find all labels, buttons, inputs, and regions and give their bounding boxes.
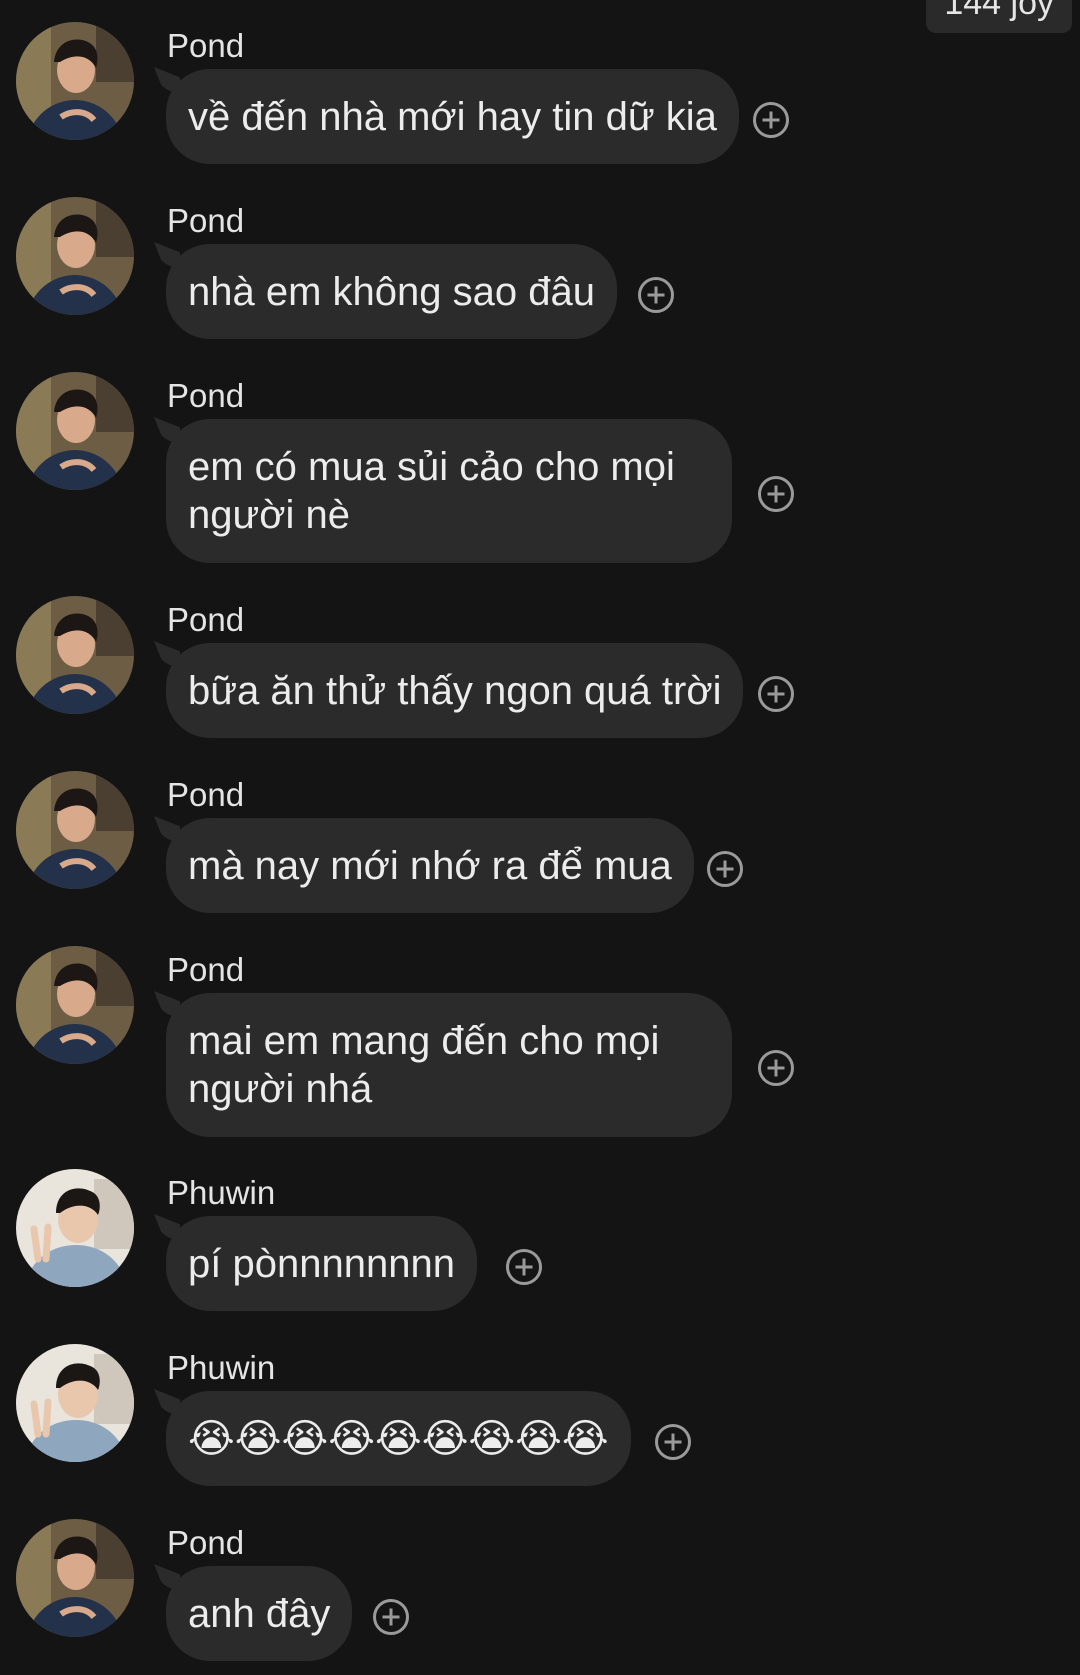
add-reaction-icon[interactable]: [373, 1599, 409, 1635]
sender-avatar[interactable]: [16, 771, 134, 889]
pond-avatar-image: [16, 197, 134, 315]
sender-name: Pond: [167, 951, 245, 988]
message-text: pí pònnnnnnnn: [188, 1242, 455, 1286]
sender-avatar[interactable]: [16, 1169, 134, 1287]
sender-name: Pond: [167, 377, 245, 414]
message-text: bữa ăn thử thấy ngon quá trời: [188, 669, 722, 713]
add-reaction-icon[interactable]: [758, 676, 794, 712]
message-bubble[interactable]: về đến nhà mới hay tin dữ kia: [166, 69, 739, 164]
sender-name: Pond: [167, 776, 245, 813]
message-text: mà nay mới nhớ ra để mua: [188, 844, 672, 888]
sender-avatar[interactable]: [16, 1344, 134, 1462]
sender-avatar[interactable]: [16, 1519, 134, 1637]
pond-avatar-image: [16, 22, 134, 140]
sender-name: Pond: [167, 601, 245, 638]
sender-name: Phuwin: [167, 1174, 276, 1211]
message-bubble[interactable]: pí pònnnnnnnn: [166, 1216, 477, 1311]
add-reaction-icon[interactable]: [753, 102, 789, 138]
message-bubble[interactable]: 😭😭😭😭😭😭😭😭😭: [166, 1391, 631, 1486]
reaction-count-badge: 144 joy: [926, 0, 1072, 33]
message-text: 😭😭😭😭😭😭😭😭😭: [188, 1417, 609, 1461]
sender-name: Pond: [167, 27, 245, 64]
sender-avatar[interactable]: [16, 197, 134, 315]
message-bubble[interactable]: nhà em không sao đâu: [166, 244, 617, 339]
message-text: em có mua sủi cảo cho mọi người nè: [188, 445, 675, 537]
phuwin-avatar-image: [16, 1169, 134, 1287]
add-reaction-icon[interactable]: [758, 1050, 794, 1086]
pond-avatar-image: [16, 946, 134, 1064]
message-text: nhà em không sao đâu: [188, 270, 595, 314]
add-reaction-icon[interactable]: [638, 277, 674, 313]
message-text: anh đây: [188, 1592, 331, 1636]
sender-name: Pond: [167, 202, 245, 239]
sender-avatar[interactable]: [16, 946, 134, 1064]
add-reaction-icon[interactable]: [758, 476, 794, 512]
add-reaction-icon[interactable]: [655, 1424, 691, 1460]
message-bubble[interactable]: bữa ăn thử thấy ngon quá trời: [166, 643, 744, 738]
message-bubble[interactable]: mai em mang đến cho mọi người nhá: [166, 993, 732, 1137]
message-bubble[interactable]: mà nay mới nhớ ra để mua: [166, 818, 694, 913]
phuwin-avatar-image: [16, 1344, 134, 1462]
pond-avatar-image: [16, 372, 134, 490]
message-bubble[interactable]: em có mua sủi cảo cho mọi người nè: [166, 419, 732, 563]
pond-avatar-image: [16, 596, 134, 714]
sender-name: Pond: [167, 1524, 245, 1561]
sender-avatar[interactable]: [16, 596, 134, 714]
pond-avatar-image: [16, 1519, 134, 1637]
message-text: mai em mang đến cho mọi người nhá: [188, 1019, 660, 1111]
message-text: về đến nhà mới hay tin dữ kia: [188, 95, 717, 139]
sender-name: Phuwin: [167, 1349, 276, 1386]
message-bubble[interactable]: anh đây: [166, 1566, 353, 1661]
sender-avatar[interactable]: [16, 372, 134, 490]
pond-avatar-image: [16, 771, 134, 889]
sender-avatar[interactable]: [16, 22, 134, 140]
add-reaction-icon[interactable]: [707, 851, 743, 887]
add-reaction-icon[interactable]: [506, 1249, 542, 1285]
